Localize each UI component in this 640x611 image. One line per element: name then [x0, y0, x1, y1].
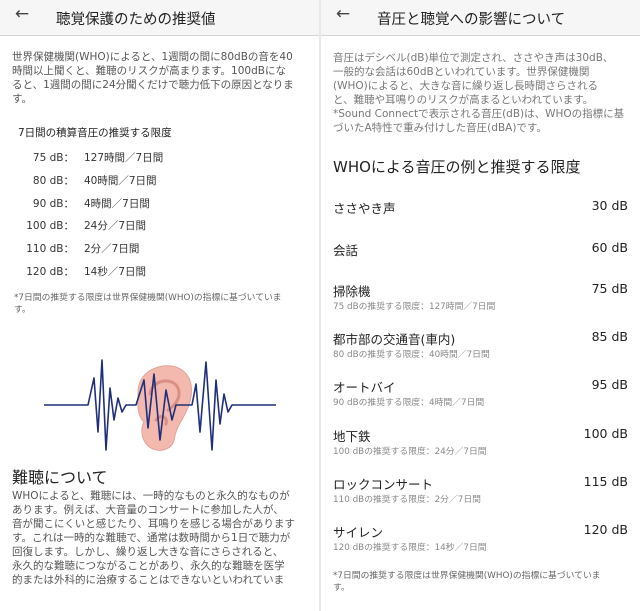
hearing-loss-text: WHOによると、難聴には、一時的なものと永久的なものが あります。例えば、大音量… — [12, 489, 310, 587]
limit-time: 2分／7日間 — [84, 243, 140, 255]
example-value: 75 dB — [591, 281, 628, 296]
limit-row: 120 dB： 14秒／7日間 — [0, 264, 319, 280]
limit-level: 120 dB： — [26, 266, 74, 278]
page-title: 音圧と聴覚への影響について — [377, 12, 566, 28]
example-limit: 110 dBの推奨する限度：2分／7日間 — [333, 495, 481, 505]
limits-table-title: 7日間の積算音圧の推奨する限度 — [18, 127, 172, 139]
example-limit: 120 dBの推奨する限度：14秒／7日間 — [333, 543, 487, 553]
example-name: 都市部の交通音(車内) — [333, 332, 456, 347]
example-name: 掃除機 — [333, 284, 371, 299]
intro-line: 一般的な会話は60dBといわれています。世界保健機関 — [333, 66, 590, 78]
example-value: 120 dB — [583, 522, 628, 537]
hearing-loss-heading: 難聴について — [12, 468, 108, 487]
intro-line: す。 — [12, 93, 32, 105]
sound-pressure-panel: ← 音圧と聴覚への影響について 音圧はデシベル(dB)単位で測定され、ささやき声… — [321, 0, 640, 611]
example-name: 地下鉄 — [333, 429, 371, 444]
example-name: ささやき声 — [333, 201, 396, 216]
note-line: す。 — [333, 583, 350, 593]
intro-line: と、難聴や耳鳴りのリスクが高まるといわれています。 — [333, 94, 594, 106]
arrow-back-icon[interactable]: ← — [10, 4, 34, 24]
intro-text: 世界保健機関(WHO)によると、1週間の間に80dBの音を40 時間以上聞くと、… — [12, 50, 310, 106]
intro-line: 世界保健機関(WHO)によると、1週間の間に80dBの音を40 — [12, 51, 293, 63]
examples-heading: WHOによる音圧の例と推奨する限度 — [333, 158, 581, 176]
body-line: WHOによると、難聴には、一時的なものと永久的なものが — [12, 490, 290, 502]
limit-level: 75 dB： — [32, 152, 74, 164]
example-row: 都市部の交通音(車内) 85 dB 80 dBの推奨する限度：40時間／7日間 — [321, 329, 640, 369]
intro-text: 音圧はデシベル(dB)単位で測定され、ささやき声は30dB、 一般的な会話は60… — [333, 51, 631, 135]
limit-level: 80 dB： — [32, 175, 74, 187]
limit-row: 75 dB： 127時間／7日間 — [0, 150, 319, 166]
limit-time: 24分／7日間 — [84, 220, 147, 232]
note-line: す。 — [14, 305, 31, 315]
note-line: *7日間の推奨する限度は世界保健機関(WHO)の指標に基づいていま — [333, 571, 601, 581]
example-row: 掃除機 75 dB 75 dBの推奨する限度：127時間／7日間 — [321, 281, 640, 321]
example-limit: 90 dBの推奨する限度：4時間／7日間 — [333, 398, 485, 408]
who-note: *7日間の推奨する限度は世界保健機関(WHO)の指標に基づいていま す。 — [333, 570, 631, 594]
example-row: 地下鉄 100 dB 100 dBの推奨する限度：24分／7日間 — [321, 426, 640, 466]
limit-time: 14秒／7日間 — [84, 266, 147, 278]
example-name: 会話 — [333, 243, 359, 258]
limit-level: 90 dB： — [32, 198, 74, 210]
example-limit: 80 dBの推奨する限度：40時間／7日間 — [333, 350, 490, 360]
intro-line: づいたA特性で重み付けした音圧(dBA)です。 — [333, 122, 547, 134]
app-bar: ← 聴覚保護のための推奨値 — [0, 0, 319, 36]
example-value: 115 dB — [583, 474, 628, 489]
example-row: ささやき声 30 dB — [321, 198, 640, 238]
body-line: 回復します。しかし、繰り返し大きな音にさらされると、 — [12, 546, 284, 558]
limit-time: 4時間／7日間 — [84, 198, 150, 210]
body-line: す。これは一時的な難聴で、通常は数時間から1日で聴力が — [12, 532, 291, 544]
intro-line: 時間以上聞くと、難聴のリスクが高まります。100dBにな — [12, 65, 286, 77]
example-name: ロックコンサート — [333, 477, 434, 492]
limit-time: 127時間／7日間 — [84, 152, 164, 164]
limit-row: 90 dB： 4時間／7日間 — [0, 196, 319, 212]
intro-line: ると、1週間の間に24分聞くだけで聴力低下の原因となりま — [12, 79, 294, 91]
example-row: ロックコンサート 115 dB 110 dBの推奨する限度：2分／7日間 — [321, 474, 640, 514]
example-value: 100 dB — [583, 426, 628, 441]
body-line: 音が聞こにくいと感じたり、耳鳴りを感じる場合があります — [12, 518, 295, 530]
limit-row: 100 dB： 24分／7日間 — [0, 218, 319, 234]
body-line: あります。例えば、大音量のコンサートに参加した人が、 — [12, 504, 284, 516]
example-name: サイレン — [333, 525, 384, 540]
limit-row: 80 dB： 40時間／7日間 — [0, 173, 319, 189]
limit-time: 40時間／7日間 — [84, 175, 157, 187]
limit-level: 100 dB： — [26, 220, 74, 232]
intro-line: *Sound Connectで表示される音圧(dB)は、WHOの指標に基 — [333, 108, 625, 120]
intro-line: (WHO)によると、大きな音に繰り返し長時間さらされる — [333, 80, 598, 92]
example-value: 60 dB — [591, 240, 628, 255]
note-line: *7日間の推奨する限度は世界保健機関(WHO)の指標に基づいていま — [14, 293, 282, 303]
example-row: サイレン 120 dB 120 dBの推奨する限度：14秒／7日間 — [321, 522, 640, 562]
limit-level: 110 dB： — [26, 243, 74, 255]
example-row: 会話 60 dB — [321, 240, 640, 280]
example-value: 95 dB — [591, 377, 628, 392]
example-limit: 100 dBの推奨する限度：24分／7日間 — [333, 447, 487, 457]
intro-line: 音圧はデシベル(dB)単位で測定され、ささやき声は30dB、 — [333, 52, 614, 64]
example-row: オートバイ 95 dB 90 dBの推奨する限度：4時間／7日間 — [321, 377, 640, 417]
app-bar: ← 音圧と聴覚への影響について — [321, 0, 640, 36]
page-title: 聴覚保護のための推奨値 — [56, 12, 216, 28]
arrow-back-icon[interactable]: ← — [331, 4, 355, 24]
body-line: 永久的な難聴につながることがあり、永久的な難聴を医学 — [12, 560, 285, 572]
limit-row: 110 dB： 2分／7日間 — [0, 241, 319, 257]
example-value: 30 dB — [591, 198, 628, 213]
hearing-protection-panel: ← 聴覚保護のための推奨値 世界保健機関(WHO)によると、1週間の間に80dB… — [0, 0, 319, 611]
example-limit: 75 dBの推奨する限度：127時間／7日間 — [333, 302, 496, 312]
who-note: *7日間の推奨する限度は世界保健機関(WHO)の指標に基づいていま す。 — [14, 292, 310, 316]
body-line: 的または外科的に治療することはできないといわれていま — [12, 574, 285, 586]
ear-soundwave-illustration — [44, 359, 276, 451]
example-value: 85 dB — [591, 329, 628, 344]
example-name: オートバイ — [333, 380, 396, 395]
